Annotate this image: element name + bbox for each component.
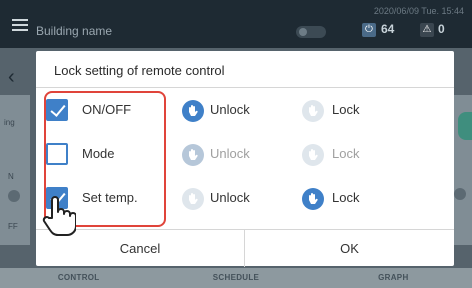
bottom-nav: CONTROL SCHEDULE GRAPH [0,268,472,288]
lock-setting-dialog: Lock setting of remote control ON/OFF Un… [36,51,454,267]
dialog-title: Lock setting of remote control [54,63,225,78]
tab-schedule[interactable]: SCHEDULE [157,268,314,288]
background-green-indicator [458,112,472,140]
unlock-icon [182,144,204,166]
menu-icon[interactable] [12,19,28,31]
unlock-icon[interactable] [182,188,204,210]
power-count: 64 [381,22,395,36]
unlock-label: Unlock [210,146,250,161]
lock-label: Lock [332,146,360,161]
dialog-buttons: Cancel OK [36,229,454,267]
pointer-hand-icon [40,196,77,241]
lock-icon[interactable] [302,100,324,122]
lock-icon [302,144,324,166]
lock-label[interactable]: Lock [332,102,359,117]
background-text: FF [8,222,18,231]
status-toggle[interactable] [296,26,326,38]
divider [36,87,454,88]
chevron-left-icon[interactable]: ‹ [8,66,15,89]
warning-icon: ⚠ [420,23,434,37]
arrow-right-icon [454,188,466,200]
top-bar: Building name 2020/06/09 Tue. 15:44 ⏻ 64… [0,0,472,48]
datetime: 2020/06/09 Tue. 15:44 [373,6,464,16]
building-name[interactable]: Building name [36,24,112,38]
power-icon: ⏻ [362,23,376,37]
ok-button[interactable]: OK [245,230,454,267]
unlock-icon[interactable] [182,100,204,122]
unlock-label[interactable]: Unlock [210,102,250,117]
background-text: N [8,172,14,181]
lock-label[interactable]: Lock [332,190,359,205]
alert-count: 0 [438,22,445,36]
lock-icon[interactable] [302,188,324,210]
tab-control[interactable]: CONTROL [0,268,157,288]
unlock-label[interactable]: Unlock [210,190,250,205]
arrow-left-icon [8,190,20,202]
background-text: ing [4,118,15,127]
tab-graph[interactable]: GRAPH [315,268,472,288]
